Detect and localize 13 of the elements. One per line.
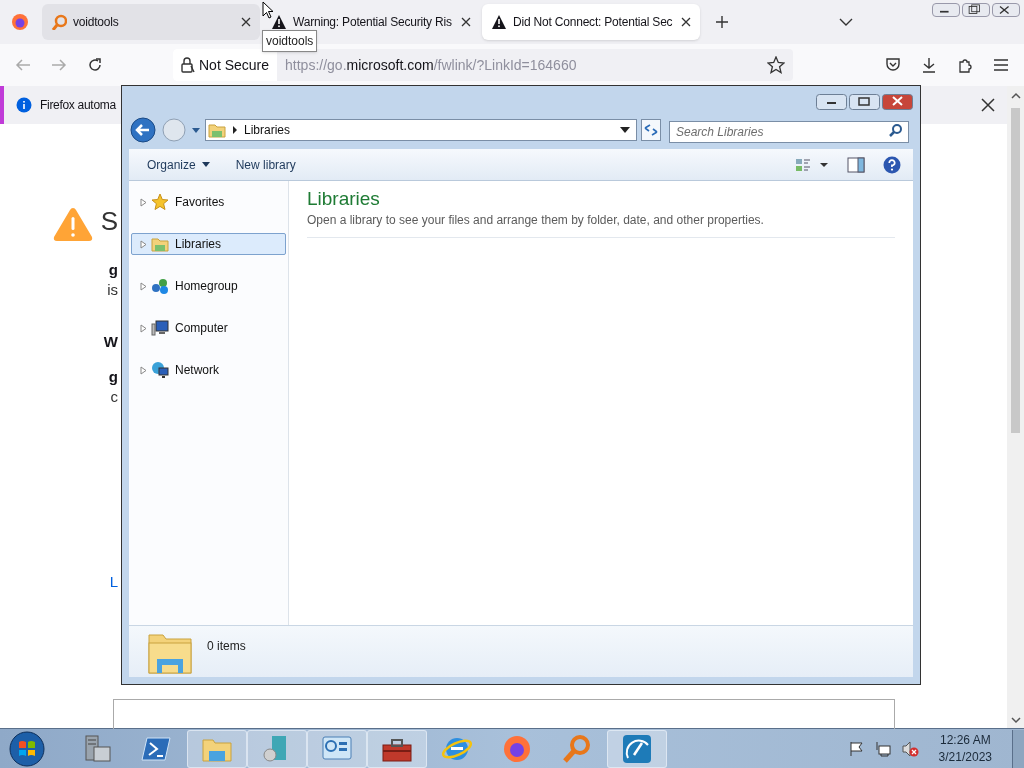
body-text: c (110, 389, 118, 404)
bold-text: W (103, 334, 118, 349)
heading-text: S (100, 208, 118, 234)
security-label: Not Secure (199, 55, 270, 75)
notification-text: Firefox automa (40, 97, 116, 114)
item-count: 0 items (207, 638, 246, 655)
body-text: is (107, 282, 118, 297)
url-text: https://go.microsoft.com/fwlink/?LinkId=164660 (285, 55, 577, 75)
tooltip: voidtools (262, 30, 318, 52)
bold-text: g (108, 262, 118, 277)
content-heading: Libraries (307, 187, 381, 211)
bold-text: g (108, 369, 118, 384)
content-description: Open a library to see your files and arrange them by folder, date, and other properties. (307, 212, 765, 229)
